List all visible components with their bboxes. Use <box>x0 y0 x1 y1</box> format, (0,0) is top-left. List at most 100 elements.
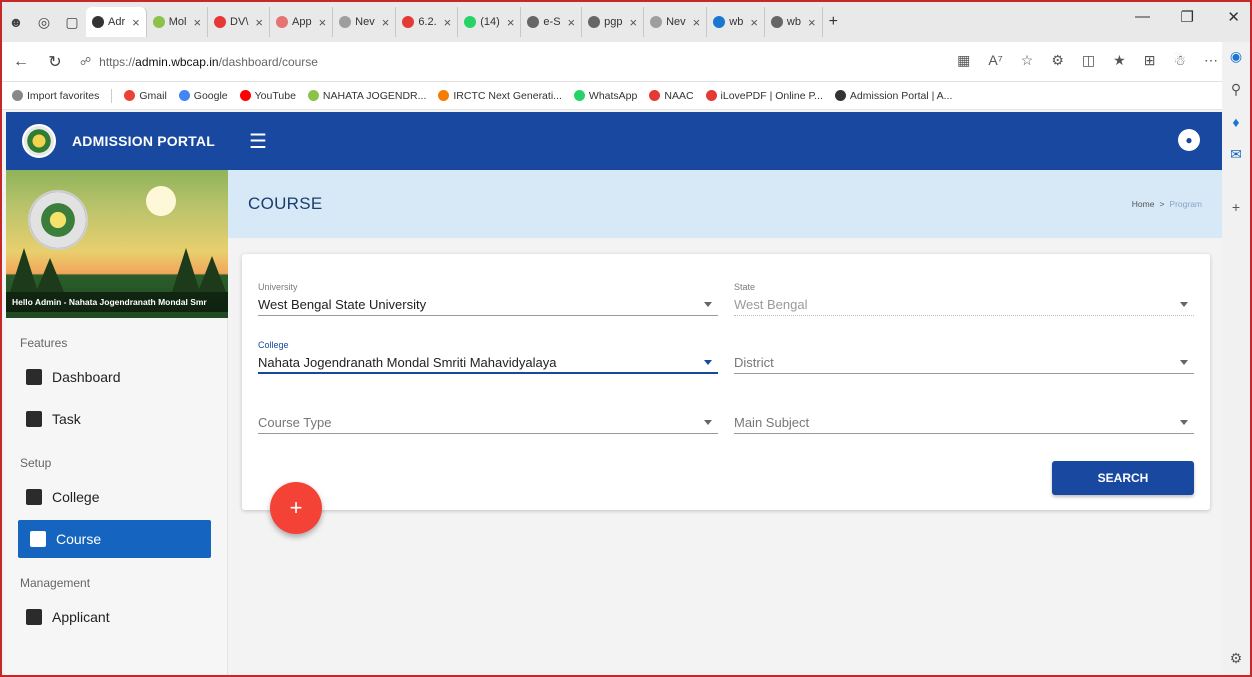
sidebar-item-course[interactable]: Course <box>18 520 211 558</box>
new-tab-button[interactable]: + <box>823 7 844 37</box>
chevron-down-icon <box>704 359 712 365</box>
browser-tab[interactable]: DV\ × <box>208 7 270 37</box>
read-aloud-icon[interactable]: A⁷ <box>988 52 1002 69</box>
applicant-icon <box>26 609 42 625</box>
back-icon[interactable]: ← <box>8 53 34 71</box>
outlook-icon[interactable]: ✉ <box>1230 146 1242 163</box>
favorite-link[interactable]: Admission Portal | A... <box>834 90 952 102</box>
favorite-favicon-icon <box>438 90 450 101</box>
chevron-down-icon <box>1180 360 1188 365</box>
url-path: /dashboard/course <box>218 54 318 69</box>
copilot-sidebar-icon[interactable]: ◉ <box>1230 48 1242 65</box>
favorite-link[interactable]: IRCTC Next Generati... <box>438 90 562 102</box>
close-tab-icon[interactable]: × <box>319 15 327 30</box>
user-greeting: Hello Admin - Nahata Jogendranath Mondal… <box>6 292 228 312</box>
sidebar-item-dashboard[interactable]: Dashboard <box>6 358 227 396</box>
college-value: Nahata Jogendranath Mondal Smriti Mahavi… <box>258 354 557 370</box>
address-bar: ← ↻ ☍ https://admin.wbcap.in/dashboard/c… <box>2 42 1222 82</box>
browser-tab[interactable]: pgp × <box>582 7 645 37</box>
tab-favicon-icon <box>275 16 288 28</box>
browser-tab[interactable]: Nev × <box>644 7 708 37</box>
close-tab-icon[interactable]: × <box>507 15 515 30</box>
course-type-select[interactable]: Course Type <box>258 400 718 434</box>
sidebar-item-label: Course <box>56 531 102 547</box>
close-tab-icon[interactable]: × <box>382 15 390 30</box>
refresh-icon[interactable]: ↻ <box>42 52 68 72</box>
tab-actions-icon[interactable]: ▢ <box>58 8 86 36</box>
add-sidebar-app-icon[interactable]: + <box>1232 199 1240 215</box>
favorite-star-icon[interactable]: ☆ <box>1021 52 1034 69</box>
district-select[interactable]: District <box>734 340 1194 374</box>
tab-label: App <box>291 16 312 28</box>
browser-tab[interactable]: (14) × <box>458 7 522 37</box>
favorite-link[interactable]: Import favorites <box>12 90 99 102</box>
favorites-icon[interactable]: ★ <box>1113 52 1126 69</box>
close-tab-icon[interactable]: × <box>255 15 263 30</box>
tab-favicon-icon <box>588 16 601 28</box>
chevron-down-icon <box>704 302 712 307</box>
favorite-link[interactable]: iLovePDF | Online P... <box>705 90 823 102</box>
college-select[interactable]: College Nahata Jogendranath Mondal Smrit… <box>258 340 718 374</box>
browser-tab[interactable]: Nev × <box>333 7 397 37</box>
browser-tab[interactable]: 6.2. × <box>396 7 459 37</box>
state-label: State <box>734 282 756 292</box>
university-select[interactable]: University West Bengal State University <box>258 282 718 316</box>
sidebar-item-applicant[interactable]: Applicant <box>6 598 227 636</box>
browser-tab[interactable]: wb × <box>707 7 765 37</box>
favorite-link[interactable]: Gmail <box>124 90 167 102</box>
state-select[interactable]: State West Bengal <box>734 282 1194 316</box>
app-available-icon[interactable]: ▦ <box>957 52 970 69</box>
main-subject-select[interactable]: Main Subject <box>734 400 1194 434</box>
favorite-favicon-icon <box>178 90 190 101</box>
browser-tab[interactable]: wb × <box>765 7 823 37</box>
profile-icon[interactable]: ☻ <box>2 8 30 36</box>
url-field[interactable]: ☍ https://admin.wbcap.in/dashboard/cours… <box>80 55 318 69</box>
clipboard-icon <box>26 411 42 427</box>
split-screen-icon[interactable]: ◫ <box>1082 52 1095 69</box>
favorite-link[interactable]: YouTube <box>239 90 296 102</box>
account-icon[interactable]: ● <box>1178 129 1200 151</box>
browser-tab[interactable]: Adr × <box>86 7 147 37</box>
browser-tab[interactable]: e-S × <box>521 7 583 37</box>
sidebar-settings-icon[interactable]: ⚙ <box>1230 650 1243 667</box>
favorite-link[interactable]: NAAC <box>649 90 694 102</box>
browser-tab[interactable]: Mol × <box>147 7 209 37</box>
collections-icon[interactable]: ⊞ <box>1144 52 1156 69</box>
close-tab-icon[interactable]: × <box>808 15 816 30</box>
breadcrumb: Home > Program <box>1132 199 1202 209</box>
add-course-button[interactable]: + <box>270 482 322 534</box>
government-seal-icon <box>28 190 88 250</box>
breadcrumb-home[interactable]: Home <box>1132 199 1155 209</box>
sidebar: Hello Admin - Nahata Jogendranath Mondal… <box>6 170 228 675</box>
search-icon[interactable]: ⚲ <box>1231 81 1241 98</box>
restore-icon[interactable]: ❐ <box>1181 8 1194 26</box>
favorite-link[interactable]: NAHATA JOGENDR... <box>307 90 426 102</box>
close-tab-icon[interactable]: × <box>693 15 701 30</box>
sidebar-item-task[interactable]: Task <box>6 400 227 438</box>
browser-tab[interactable]: App × <box>270 7 334 37</box>
more-menu-icon[interactable]: ⋯ <box>1204 52 1218 69</box>
tab-favicon-icon <box>464 16 477 28</box>
close-tab-icon[interactable]: × <box>630 15 638 30</box>
minimize-icon[interactable]: — <box>1135 8 1150 25</box>
close-window-icon[interactable]: ✕ <box>1227 8 1240 26</box>
close-tab-icon[interactable]: × <box>444 15 452 30</box>
main-subject-placeholder: Main Subject <box>734 415 810 430</box>
workspaces-icon[interactable]: ◎ <box>30 8 58 36</box>
extension-icon[interactable]: ⚙ <box>1051 52 1064 69</box>
close-tab-icon[interactable]: × <box>132 15 140 30</box>
close-tab-icon[interactable]: × <box>750 15 758 30</box>
sidebar-item-college[interactable]: College <box>6 478 227 516</box>
tab-favicon-icon <box>152 16 165 28</box>
close-tab-icon[interactable]: × <box>568 15 576 30</box>
favorite-favicon-icon <box>649 90 661 101</box>
copilot-icon[interactable]: ☃ <box>1173 52 1186 69</box>
menu-toggle-icon[interactable]: ☰ <box>249 129 267 154</box>
search-button[interactable]: SEARCH <box>1052 461 1194 495</box>
shopping-icon[interactable]: ♦ <box>1232 114 1239 130</box>
favorite-link[interactable]: Google <box>178 90 228 102</box>
browser-window: ☻ ◎ ▢ Adr × Mol × DV\ × App × Nev × 6.2. × (14) × e-S ×… <box>0 0 1252 677</box>
tree-illustration <box>36 258 64 292</box>
close-tab-icon[interactable]: × <box>193 15 201 30</box>
favorite-link[interactable]: WhatsApp <box>573 90 637 102</box>
